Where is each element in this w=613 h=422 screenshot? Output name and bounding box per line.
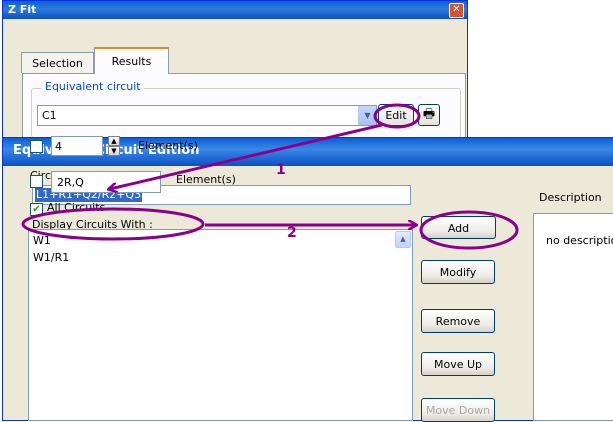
list-item[interactable]: W1 — [33, 234, 51, 247]
spin-down-icon[interactable]: ▼ — [108, 146, 120, 156]
all-circuits-checkbox[interactable]: ✔ — [30, 203, 43, 216]
circuit-list[interactable]: W1 W1/R1 ▲ — [28, 229, 413, 421]
elements-label: Element(s) — [138, 139, 198, 152]
edit-button[interactable]: Edit — [378, 104, 414, 126]
step1-number: 1 — [276, 162, 286, 178]
all-circuits-label[interactable]: All Circuits — [47, 201, 105, 214]
tab-results[interactable]: Results — [94, 47, 169, 74]
circuit-select-value: C1 — [42, 109, 57, 122]
description-box[interactable]: no description — [533, 213, 613, 421]
description-label: Description — [539, 191, 602, 204]
tab-selection[interactable]: Selection — [21, 52, 94, 73]
circuit-select[interactable]: C1 ▼ — [37, 105, 377, 126]
element-types-value: 2R,Q — [57, 176, 84, 189]
modify-button[interactable]: Modify — [421, 260, 495, 284]
print-icon[interactable]: 🖶 — [418, 104, 440, 126]
zfit-title: Z Fit — [8, 3, 37, 16]
spin-up-icon[interactable]: ▲ — [108, 136, 120, 146]
move-down-button[interactable]: Move Down — [421, 398, 495, 422]
elements-label-2: Element(s) — [176, 173, 236, 186]
spinner-icon[interactable]: ▲ ▼ — [108, 136, 120, 156]
element-types-input[interactable]: 2R,Q — [51, 171, 161, 193]
move-up-button[interactable]: Move Up — [421, 352, 495, 376]
close-icon[interactable]: ✕ — [449, 3, 464, 18]
equivalent-circuit-label: Equivalent circuit — [42, 80, 144, 93]
element-types-checkbox[interactable] — [30, 175, 43, 188]
add-button[interactable]: Add — [421, 216, 496, 239]
list-item[interactable]: W1/R1 — [33, 251, 69, 264]
element-count-value: 4 — [55, 140, 62, 153]
scroll-up-icon[interactable]: ▲ — [395, 231, 411, 248]
zfit-title-bar[interactable]: Z Fit ✕ — [3, 1, 467, 19]
element-count-checkbox[interactable] — [30, 140, 43, 153]
chevron-down-icon[interactable]: ▼ — [358, 106, 376, 125]
element-count-input[interactable]: 4 — [51, 136, 103, 156]
remove-button[interactable]: Remove — [421, 309, 495, 333]
description-value: no description — [546, 234, 613, 247]
step2-number: 2 — [287, 225, 297, 241]
